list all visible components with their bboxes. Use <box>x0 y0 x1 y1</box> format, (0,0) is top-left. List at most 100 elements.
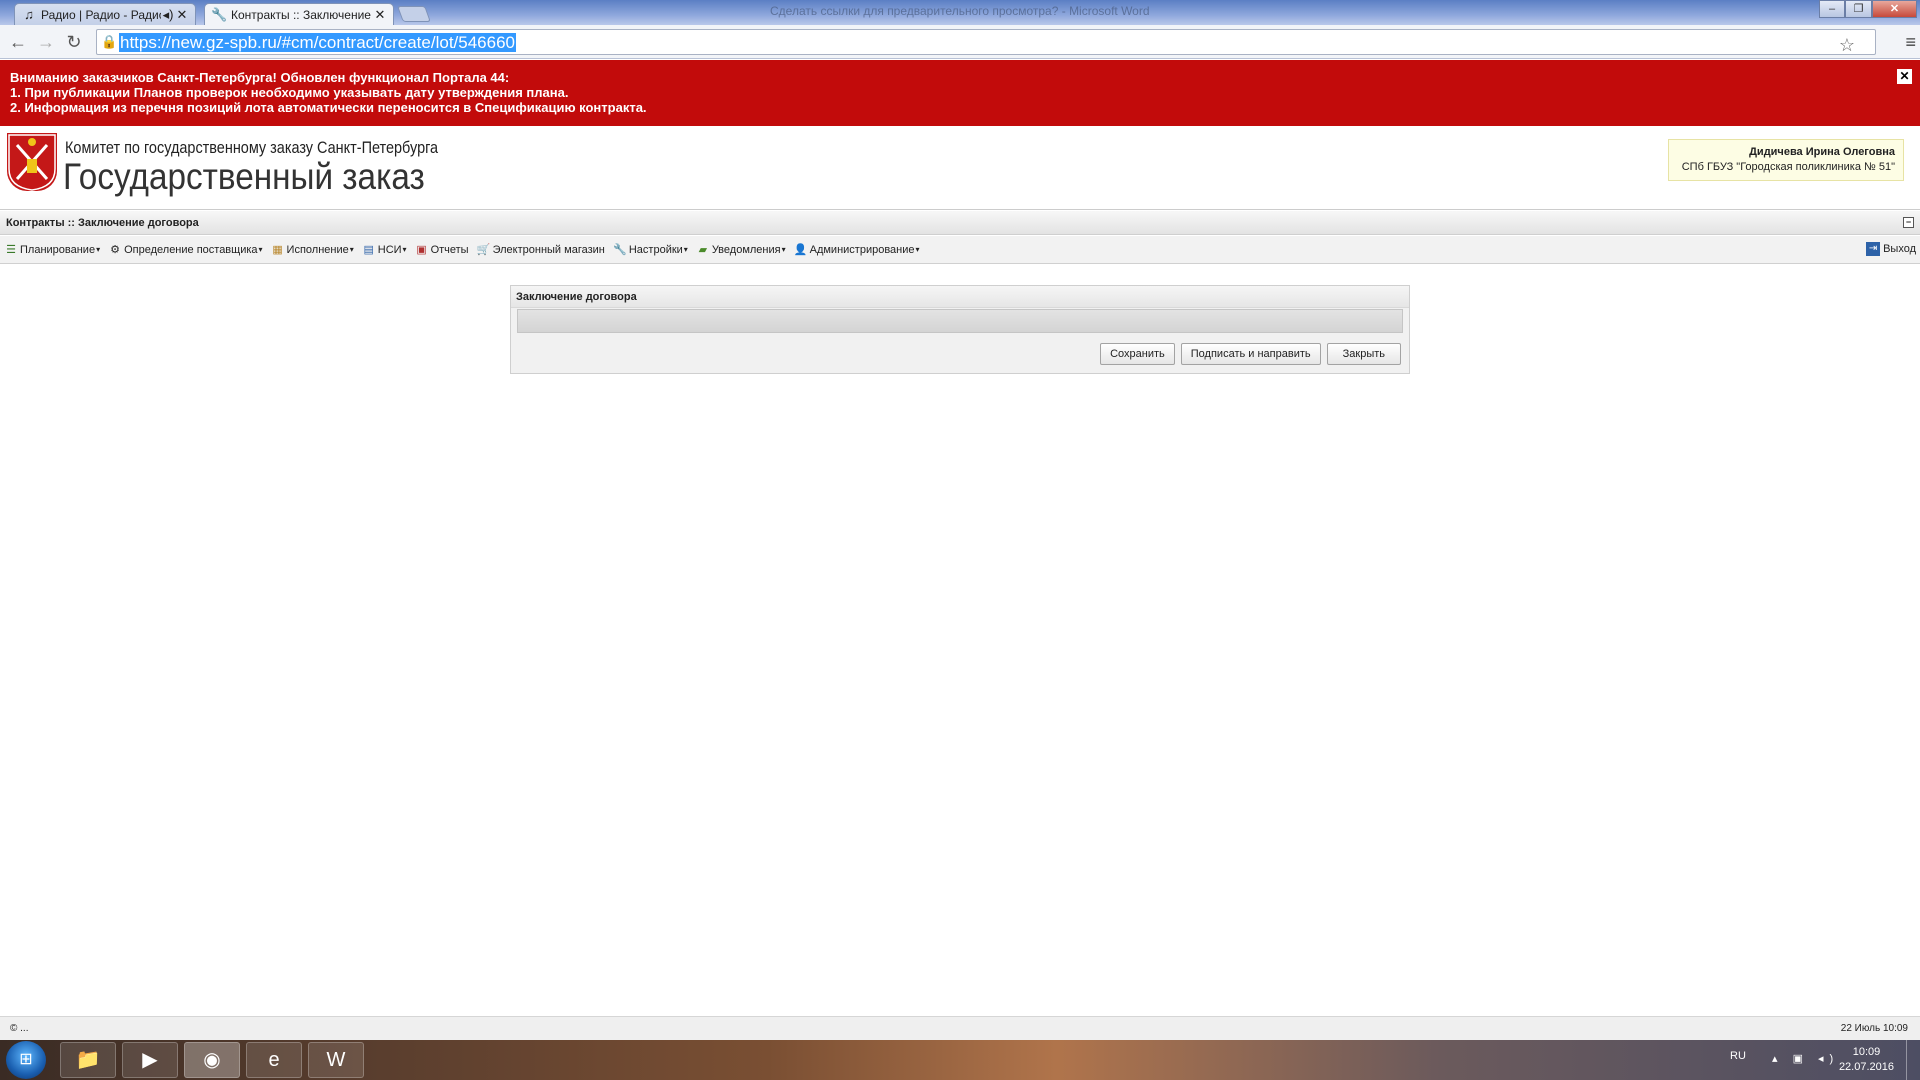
menu-label: Электронный магазин <box>492 243 605 256</box>
status-left-text: © ... <box>10 1023 29 1034</box>
menu-settings[interactable]: 🔧 Настройки ▾ <box>613 243 688 257</box>
tab-close-icon[interactable]: ✕ <box>373 7 387 23</box>
menu-reports[interactable]: ▣ Отчеты <box>415 243 469 257</box>
dropdown-arrow-icon: ▾ <box>683 245 688 254</box>
menu-label: Настройки <box>628 243 683 256</box>
dropdown-arrow-icon: ▾ <box>96 245 101 254</box>
start-button[interactable]: ⊞ <box>6 1041 46 1079</box>
menu-label: Планирование <box>20 243 96 256</box>
exit-label: Выход <box>1883 243 1916 255</box>
clock[interactable]: 10:09 22.07.2016 <box>1839 1045 1894 1075</box>
clock-date: 22.07.2016 <box>1838 1061 1894 1073</box>
browser-menu-icon[interactable]: ≡ <box>1905 32 1916 53</box>
browser-navbar: ← → ↻ 🔒 https://new.gz-spb.ru/#cm/contra… <box>0 25 1920 59</box>
dropdown-arrow-icon: ▾ <box>781 245 786 254</box>
spb-emblem-logo <box>7 133 57 191</box>
bookmark-star-icon[interactable]: ☆ <box>1839 35 1855 56</box>
wrench-icon: 🔧 <box>613 243 627 256</box>
tab-title: Контракты :: Заключение <box>231 7 371 22</box>
user-name: Дидичева Ирина Олеговна <box>1749 146 1895 158</box>
windows-taskbar: ⊞ 📁 ▶ ◉ e W RU ▴ ▣ ◂) 10:09 22.07.2016 <box>0 1040 1920 1080</box>
panel-title: Заключение договора <box>511 286 1409 308</box>
word-taskbar-icon[interactable]: W <box>308 1042 364 1078</box>
save-button[interactable]: Сохранить <box>1100 343 1175 365</box>
browser-tab-strip: ♫ Радио | Радио - Радио ◂) ✕ 🔧 Контракты… <box>0 0 1920 25</box>
lock-icon: 🔒 <box>101 34 118 49</box>
user-icon: 👤 <box>793 243 808 256</box>
wrench-icon: 🔧 <box>211 6 228 22</box>
speaker-icon: ◂) <box>162 6 174 22</box>
collapse-icon[interactable]: − <box>1903 217 1914 228</box>
menu-label: Исполнение <box>286 243 349 256</box>
address-bar[interactable]: 🔒 https://new.gz-spb.ru/#cm/contract/cre… <box>96 29 1876 55</box>
browser-tab-contracts[interactable]: 🔧 Контракты :: Заключение ✕ <box>204 3 394 25</box>
music-note-icon: ♫ <box>24 6 34 22</box>
tray-icons[interactable]: ▴ ▣ ◂) <box>1772 1052 1839 1065</box>
minimize-button[interactable]: – <box>1819 0 1845 18</box>
org-subtitle: Комитет по государственному заказу Санкт… <box>65 138 439 157</box>
dropdown-arrow-icon: ▾ <box>258 245 263 254</box>
new-tab-button[interactable] <box>397 6 431 22</box>
browser-tab-radio[interactable]: ♫ Радио | Радио - Радио ◂) ✕ <box>14 3 196 25</box>
user-info-box[interactable]: Дидичева Ирина Олеговна СПб ГБУЗ "Городс… <box>1668 139 1904 181</box>
menu-label: Определение поставщика <box>124 243 258 256</box>
menu-execution[interactable]: ▦ Исполнение ▾ <box>271 243 354 257</box>
book-icon: ▤ <box>363 243 374 256</box>
close-button[interactable]: Закрыть <box>1326 343 1401 365</box>
explorer-taskbar-icon[interactable]: 📁 <box>60 1042 116 1078</box>
restore-button[interactable]: ❐ <box>1845 0 1872 18</box>
tab-title: Радио | Радио - Радио <box>41 7 161 22</box>
main-toolbar: ☰ Планирование ▾ ⚙ Определение поставщика… <box>0 236 1920 264</box>
exit-icon: ⇥ <box>1866 242 1881 256</box>
announcement-banner: Вниманию заказчиков Санкт-Петербурга! Об… <box>0 60 1920 126</box>
tab-close-icon[interactable]: ✕ <box>175 7 189 23</box>
menu-label: Администрирование <box>809 243 915 256</box>
banner-line: 2. Информация из перечня позиций лота ав… <box>10 100 647 115</box>
reload-icon[interactable]: ↻ <box>64 32 84 52</box>
language-indicator[interactable]: RU <box>1730 1050 1746 1062</box>
url-selection: https://new.gz-spb.ru/#cm/contract/creat… <box>119 33 516 52</box>
user-organization: СПб ГБУЗ "Городская поликлиника № 51" <box>1681 161 1895 173</box>
boxes-icon: ▦ <box>272 243 283 256</box>
menu-notifications[interactable]: ▰ Уведомления ▾ <box>696 243 786 257</box>
status-bar: © ... 22 Июль 10:09 <box>0 1016 1920 1040</box>
dropdown-arrow-icon: ▾ <box>349 245 354 254</box>
forward-arrow-icon[interactable]: → <box>36 32 56 52</box>
status-datetime: 22 Июль 10:09 <box>1840 1023 1908 1034</box>
gears-icon: ⚙ <box>110 243 121 256</box>
report-document-icon: ▣ <box>416 243 427 256</box>
menu-planning[interactable]: ☰ Планирование ▾ <box>4 243 100 257</box>
menu-e-shop[interactable]: 🛒 Электронный магазин <box>477 243 605 257</box>
window-close-button[interactable]: ✕ <box>1872 0 1917 18</box>
banner-line: 1. При публикации Планов проверок необхо… <box>10 85 569 100</box>
planning-list-icon: ☰ <box>6 243 16 256</box>
menu-label: Уведомления <box>711 243 781 256</box>
page-title: Контракты :: Заключение договора <box>6 217 199 229</box>
dropdown-arrow-icon: ▾ <box>402 245 407 254</box>
windows-logo-icon: ⊞ <box>19 1051 33 1068</box>
banner-close-icon[interactable]: ✕ <box>1897 69 1912 84</box>
show-desktop-button[interactable] <box>1906 1040 1920 1080</box>
menu-nsi[interactable]: ▤ НСИ ▾ <box>362 243 407 257</box>
dropdown-arrow-icon: ▾ <box>915 245 920 254</box>
org-title: Государственный заказ <box>63 156 425 197</box>
media-player-taskbar-icon[interactable]: ▶ <box>122 1042 178 1078</box>
system-tray: RU ▴ ▣ ◂) 10:09 22.07.2016 <box>1720 1040 1920 1080</box>
url-text[interactable]: https://new.gz-spb.ru/#cm/contract/creat… <box>119 33 516 53</box>
panel-button-bar: Сохранить Подписать и направить Закрыть <box>1100 343 1401 365</box>
notification-icon: ▰ <box>698 243 708 256</box>
menu-label: НСИ <box>377 243 402 256</box>
internet-explorer-taskbar-icon[interactable]: e <box>246 1042 302 1078</box>
back-arrow-icon[interactable]: ← <box>8 32 28 52</box>
sign-and-send-button[interactable]: Подписать и направить <box>1180 343 1321 365</box>
menu-supplier-selection[interactable]: ⚙ Определение поставщика ▾ <box>108 243 262 257</box>
page-title-bar: Контракты :: Заключение договора − <box>0 211 1920 235</box>
menu-administration[interactable]: 👤 Администрирование ▾ <box>794 243 920 257</box>
site-header: Комитет по государственному заказу Санкт… <box>0 126 1920 210</box>
menu-label: Отчеты <box>430 243 469 256</box>
exit-button[interactable]: ⇥ Выход <box>1866 242 1916 256</box>
shopping-cart-icon: 🛒 <box>476 243 491 256</box>
chrome-taskbar-icon[interactable]: ◉ <box>184 1042 240 1078</box>
panel-content-area <box>517 309 1403 333</box>
banner-line: Вниманию заказчиков Санкт-Петербурга! Об… <box>10 70 510 85</box>
